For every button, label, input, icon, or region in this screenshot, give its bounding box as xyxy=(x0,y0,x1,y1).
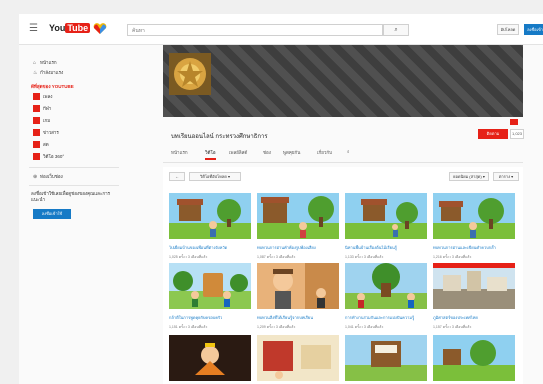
tab-discussion[interactable]: พูดคุยกัน xyxy=(283,149,300,156)
video-thumbnail[interactable] xyxy=(433,335,515,381)
video-meta: 1,041 ครั้ง • 3 เดือนที่แล้ว xyxy=(345,325,384,329)
video-title[interactable]: ทบทวนสิ่งที่ได้เรียนรู้จากบทเรียน xyxy=(257,315,339,325)
sidebar-item-live[interactable]: สด xyxy=(33,141,49,149)
tab-about[interactable]: เกี่ยวกับ xyxy=(317,149,332,156)
sidebar-item-news[interactable]: ข่าวสาร xyxy=(33,129,59,137)
sidebar-item-trending[interactable]: ♨ กำลังมาแรง xyxy=(33,69,63,76)
video-thumbnail[interactable] xyxy=(433,263,515,309)
video-title[interactable]: ทบทวนการอ่านและเขียนคำควบกล้ำ xyxy=(433,245,515,255)
video-thumbnail[interactable] xyxy=(345,193,427,239)
video-card[interactable]: ภูมิศาสตร์ของประเทศไทย 1,157 ครั้ง • 3 เ… xyxy=(433,263,515,329)
search-icon: ⌕ xyxy=(394,27,398,33)
video-meta: 1,087 ครั้ง • 3 เดือนที่แล้ว xyxy=(257,255,296,259)
sidebar-divider xyxy=(29,185,119,186)
sidebar-item-home[interactable]: ⌂ หน้าแรก xyxy=(33,59,57,66)
video-thumbnail[interactable] xyxy=(345,263,427,309)
channel-banner xyxy=(163,45,523,117)
video-title[interactable]: กล้าดีในการพูดคุยกับครอบครัว xyxy=(169,315,251,325)
sort-dropdown[interactable]: ยอดนิยม (ล่าสุด) ▾ xyxy=(449,172,489,181)
subscribe-button[interactable]: ติดตาม xyxy=(478,129,508,139)
gaming-channel-icon xyxy=(33,117,40,125)
video-grid: ไปเยี่ยมบ้านของเพื่อนที่ต่างจังหวัด 1,02… xyxy=(163,187,523,384)
sidebar-item-browse-channels[interactable]: ⊕ ท่องเว็บช่อง xyxy=(33,173,63,180)
sidebar-signin-button[interactable]: ลงชื่อเข้าใช้ xyxy=(33,209,71,219)
news-channel-icon xyxy=(33,129,40,137)
video-thumbnail[interactable] xyxy=(257,263,339,309)
channel-search-icon[interactable]: ⌕ xyxy=(347,149,350,154)
video-card[interactable] xyxy=(345,335,427,384)
channel-title: บทเรียนออนไลน์ กระทรวงศึกษาธิการ xyxy=(171,134,268,140)
video-card[interactable] xyxy=(257,335,339,384)
video-meta: 1,025 ครั้ง • 3 เดือนที่แล้ว xyxy=(169,255,208,259)
video-thumbnail[interactable] xyxy=(169,335,251,381)
channel-page: บทเรียนออนไลน์ กระทรวงศึกษาธิการ ติดตาม … xyxy=(127,45,543,384)
video-card[interactable]: ทบทวนการอ่านคำพ้องรูปพ้องเสียง 1,087 ครั… xyxy=(257,193,339,259)
sidebar-divider xyxy=(29,167,119,168)
sidebar: ⌂ หน้าแรก ♨ กำลังมาแรง ดีที่สุดของ YOUTUBE… xyxy=(19,45,126,384)
video-meta: 1,216 ครั้ง • 3 เดือนที่แล้ว xyxy=(433,255,472,259)
sidebar-item-music[interactable]: เพลง xyxy=(33,93,52,101)
tab-playlists[interactable]: เพลย์ลิสต์ xyxy=(229,149,247,156)
video-thumbnail[interactable] xyxy=(257,193,339,239)
video-title[interactable]: ทบทวนการอ่านคำพ้องรูปพ้องเสียง xyxy=(257,245,339,255)
tab-videos[interactable]: วิดีโอ xyxy=(205,149,216,160)
browser-page: ☰ You Tube ค้นหา ⌕ อัปโหลด ลงชื่อเข้า ⌂ หน… xyxy=(19,14,543,384)
live-channel-icon xyxy=(33,141,40,149)
sidebar-item-gaming[interactable]: เกม xyxy=(33,117,50,125)
plus-circle-icon: ⊕ xyxy=(33,174,38,180)
video-card[interactable]: กล้าดีในการพูดคุยกับครอบครัว 1,151 ครั้ง… xyxy=(169,263,251,329)
tab-home[interactable]: หน้าแรก xyxy=(171,149,188,156)
video-card[interactable]: ทบทวนการอ่านและเขียนคำควบกล้ำ 1,216 ครั้… xyxy=(433,193,515,259)
back-arrow-button[interactable]: ← xyxy=(169,172,185,181)
masthead: ☰ You Tube ค้นหา ⌕ อัปโหลด ลงชื่อเข้า xyxy=(19,14,543,45)
sidebar-section-title: ดีที่สุดของ YOUTUBE xyxy=(31,84,74,89)
video-card[interactable]: ไปเยี่ยมบ้านของเพื่อนที่ต่างจังหวัด 1,02… xyxy=(169,193,251,259)
uploads-dropdown[interactable]: วิดีโอที่อัปโหลด ▾ xyxy=(189,172,241,181)
video-thumbnail[interactable] xyxy=(433,193,515,239)
menu-icon[interactable]: ☰ xyxy=(29,23,38,34)
trending-icon: ♨ xyxy=(33,70,38,76)
video-card[interactable] xyxy=(169,335,251,384)
video-360-channel-icon xyxy=(33,153,40,161)
video-card[interactable]: นิทานพื้นบ้านเรื่องต้นไม้เรียนรู้ 1,133 … xyxy=(345,193,427,259)
video-meta: 1,133 ครั้ง • 3 เดือนที่แล้ว xyxy=(345,255,384,259)
search-input[interactable]: ค้นหา xyxy=(127,24,383,36)
video-card[interactable] xyxy=(433,335,515,384)
filter-bar: ← วิดีโอที่อัปโหลด ▾ ยอดนิยม (ล่าสุด) ▾ … xyxy=(163,167,523,187)
banner-link-icon[interactable] xyxy=(510,119,518,125)
tabs-divider xyxy=(163,162,523,163)
signin-button[interactable]: ลงชื่อเข้า xyxy=(524,24,543,35)
video-thumbnail[interactable] xyxy=(345,335,427,381)
tab-channels[interactable]: ช่อง xyxy=(263,149,271,156)
channel-avatar[interactable] xyxy=(169,53,211,95)
signin-prompt: ลงชื่อเข้าใช้เลยเพื่อดูช่องของคุณและการแ… xyxy=(31,191,111,202)
sidebar-item-sports[interactable]: กีฬา xyxy=(33,105,51,113)
video-title[interactable]: ภูมิศาสตร์ของประเทศไทย xyxy=(433,315,515,325)
video-thumbnail[interactable] xyxy=(169,263,251,309)
video-title[interactable]: นิทานพื้นบ้านเรื่องต้นไม้เรียนรู้ xyxy=(345,245,427,255)
video-thumbnail[interactable] xyxy=(257,335,339,381)
sports-channel-icon xyxy=(33,105,40,113)
video-meta: 1,157 ครั้ง • 3 เดือนที่แล้ว xyxy=(433,325,472,329)
video-title[interactable]: ไปเยี่ยมบ้านของเพื่อนที่ต่างจังหวัด xyxy=(169,245,251,255)
music-channel-icon xyxy=(33,93,40,101)
video-meta: 1,151 ครั้ง • 3 เดือนที่แล้ว xyxy=(169,325,208,329)
video-meta: 1,209 ครั้ง • 3 เดือนที่แล้ว xyxy=(257,325,296,329)
youtube-logo[interactable]: You Tube xyxy=(49,23,93,35)
video-card[interactable]: ทบทวนสิ่งที่ได้เรียนรู้จากบทเรียน 1,209 … xyxy=(257,263,339,329)
subscriber-count: 1,023 xyxy=(510,129,524,139)
search-button[interactable]: ⌕ xyxy=(383,24,409,36)
heart-icon xyxy=(93,23,107,34)
view-dropdown[interactable]: ตาราง ▾ xyxy=(493,172,519,181)
home-icon: ⌂ xyxy=(33,60,37,66)
video-card[interactable]: การทำงานร่วมกันและการแบ่งปันความรู้ 1,04… xyxy=(345,263,427,329)
sidebar-item-360[interactable]: วิดีโอ 360° xyxy=(33,153,64,161)
video-thumbnail[interactable] xyxy=(169,193,251,239)
upload-button[interactable]: อัปโหลด xyxy=(497,24,519,35)
video-title[interactable]: การทำงานร่วมกันและการแบ่งปันความรู้ xyxy=(345,315,427,325)
